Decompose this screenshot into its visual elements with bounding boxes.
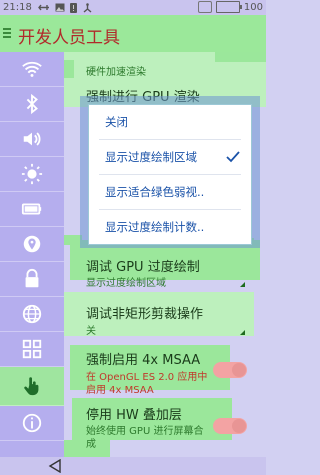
- menu-icon[interactable]: [3, 28, 11, 38]
- alert-icon: [69, 2, 77, 13]
- info-icon: [22, 413, 42, 433]
- sidebar-item-about[interactable]: [0, 406, 64, 441]
- volume-icon: [23, 132, 41, 146]
- msaa-title[interactable]: 强制启用 4x MSAA: [86, 349, 200, 368]
- sidebar: [0, 52, 64, 457]
- hw-overlay-subtitle-line1: 始终使用 GPU 进行屏幕合: [86, 426, 204, 437]
- battery-icon: [21, 203, 42, 215]
- sidebar-item-apps[interactable]: [0, 332, 64, 367]
- lock-icon: [25, 268, 39, 288]
- battery-status-icon: [215, 1, 242, 13]
- popup-option-label: 关闭: [105, 115, 128, 129]
- navigation-bar: [0, 457, 266, 475]
- dropdown-corner-icon: [240, 282, 245, 287]
- share-icon: [83, 2, 92, 13]
- usb-icon: [37, 4, 49, 11]
- hw-overlay-title[interactable]: 停用 HW 叠加层: [86, 404, 182, 423]
- debug-overdraw-title[interactable]: 调试 GPU 过度绘制: [86, 256, 200, 275]
- dropdown-corner-icon: [240, 330, 245, 335]
- clip-debug-title[interactable]: 调试非矩形剪裁操作: [86, 303, 203, 322]
- sidebar-item-language[interactable]: [0, 297, 64, 332]
- bluetooth-icon: [26, 93, 38, 115]
- globe-icon: [22, 304, 42, 324]
- sidebar-item-security[interactable]: [0, 262, 64, 297]
- image-icon: [55, 3, 65, 12]
- popup-option-deuteranomaly[interactable]: 显示适合绿色弱视..: [89, 175, 251, 209]
- hw-overlay-subtitle-line2: 成: [86, 439, 96, 450]
- title-bar: 开发人员工具: [0, 15, 266, 52]
- sidebar-item-battery[interactable]: [0, 192, 64, 227]
- sidebar-item-developer[interactable]: [0, 367, 64, 406]
- hw-accel-header: 硬件加速渲染: [86, 67, 146, 78]
- sidebar-item-display[interactable]: [0, 157, 64, 192]
- hand-touch-icon: [24, 377, 39, 396]
- sidebar-item-sound[interactable]: [0, 122, 64, 157]
- clip-debug-value: 关: [86, 326, 96, 337]
- brightness-icon: [21, 163, 43, 185]
- signal-icon: [197, 1, 212, 13]
- apps-grid-icon: [22, 339, 42, 359]
- popup-option-overdraw-count[interactable]: 显示过度绘制计数..: [89, 210, 251, 244]
- overdraw-options-popup: 关闭 显示过度绘制区域 显示适合绿色弱视.. 显示过度绘制计数..: [88, 104, 252, 245]
- msaa-subtitle-line2: 启用 4x MSAA: [86, 385, 154, 396]
- sidebar-item-location[interactable]: [0, 227, 64, 262]
- page-title: 开发人员工具: [18, 28, 120, 48]
- popup-option-label: 显示过度绘制计数..: [105, 220, 205, 234]
- msaa-toggle[interactable]: [213, 362, 247, 378]
- check-icon: [226, 151, 240, 163]
- sidebar-item-wifi[interactable]: [0, 52, 64, 87]
- location-icon: [23, 235, 41, 253]
- wifi-icon: [22, 61, 42, 77]
- sidebar-item-bluetooth[interactable]: [0, 87, 64, 122]
- status-time: 21:18: [3, 2, 32, 13]
- popup-option-label: 显示适合绿色弱视..: [105, 185, 205, 199]
- popup-option-label: 显示过度绘制区域: [105, 150, 197, 164]
- battery-level: 100: [243, 1, 263, 13]
- status-bar: 21:18 100: [0, 0, 266, 15]
- popup-option-show-overdraw[interactable]: 显示过度绘制区域: [89, 140, 251, 174]
- popup-option-off[interactable]: 关闭: [89, 105, 251, 139]
- debug-overdraw-value: 显示过度绘制区域: [86, 278, 166, 289]
- hw-overlay-toggle[interactable]: [213, 418, 247, 434]
- back-icon[interactable]: [48, 459, 62, 473]
